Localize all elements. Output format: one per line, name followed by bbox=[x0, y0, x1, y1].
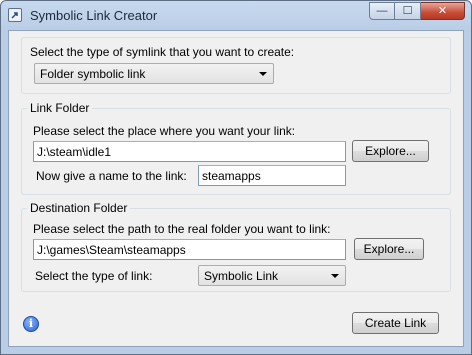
symlink-app-icon bbox=[8, 8, 22, 22]
destination-folder-group: Destination Folder Please select the pat… bbox=[21, 201, 451, 292]
chevron-down-icon bbox=[259, 72, 267, 76]
close-icon: ✕ bbox=[437, 5, 448, 17]
close-button[interactable]: ✕ bbox=[421, 2, 465, 20]
symlink-type-group: Select the type of symlink that you want… bbox=[21, 37, 451, 94]
link-folder-path-value: J:\steam\idle1 bbox=[37, 145, 112, 159]
link-folder-path-input[interactable]: J:\steam\idle1 bbox=[33, 141, 346, 162]
symlink-type-prompt: Select the type of symlink that you want… bbox=[30, 45, 295, 59]
destination-path-input[interactable]: J:\games\Steam\steamapps bbox=[33, 239, 346, 260]
minimize-button[interactable]: — bbox=[369, 2, 395, 20]
link-name-prompt: Now give a name to the link: bbox=[36, 169, 187, 183]
info-icon[interactable]: i bbox=[23, 316, 39, 332]
maximize-button[interactable]: ☐ bbox=[395, 2, 421, 20]
symlink-type-dropdown[interactable]: Folder symbolic link bbox=[34, 63, 274, 84]
link-name-value: steamapps bbox=[202, 169, 261, 183]
link-folder-prompt: Please select the place where you want y… bbox=[33, 124, 296, 138]
maximize-icon: ☐ bbox=[402, 5, 413, 17]
symlink-type-value: Folder symbolic link bbox=[40, 67, 146, 81]
link-type-value: Symbolic Link bbox=[204, 269, 279, 283]
link-folder-group: Link Folder Please select the place wher… bbox=[21, 101, 451, 195]
link-folder-legend: Link Folder bbox=[27, 101, 93, 115]
minimize-icon: — bbox=[376, 5, 388, 17]
dialog-body: Select the type of symlink that you want… bbox=[8, 30, 464, 347]
window-title: Symbolic Link Creator bbox=[30, 8, 158, 23]
link-name-input[interactable]: steamapps bbox=[198, 165, 346, 186]
link-type-dropdown[interactable]: Symbolic Link bbox=[198, 265, 346, 286]
title-bar[interactable]: Symbolic Link Creator — ☐ ✕ bbox=[1, 1, 471, 30]
caption-buttons: — ☐ ✕ bbox=[369, 2, 465, 20]
destination-folder-prompt: Please select the path to the real folde… bbox=[33, 222, 331, 236]
destination-folder-legend: Destination Folder bbox=[27, 201, 131, 215]
chevron-down-icon bbox=[331, 274, 339, 278]
app-window: Symbolic Link Creator — ☐ ✕ Select the t… bbox=[0, 0, 472, 355]
link-type-prompt: Select the type of link: bbox=[35, 269, 153, 283]
link-folder-explore-button[interactable]: Explore... bbox=[352, 140, 429, 162]
create-link-button[interactable]: Create Link bbox=[352, 312, 439, 334]
destination-path-value: J:\games\Steam\steamapps bbox=[37, 243, 186, 257]
destination-explore-button[interactable]: Explore... bbox=[354, 238, 424, 260]
